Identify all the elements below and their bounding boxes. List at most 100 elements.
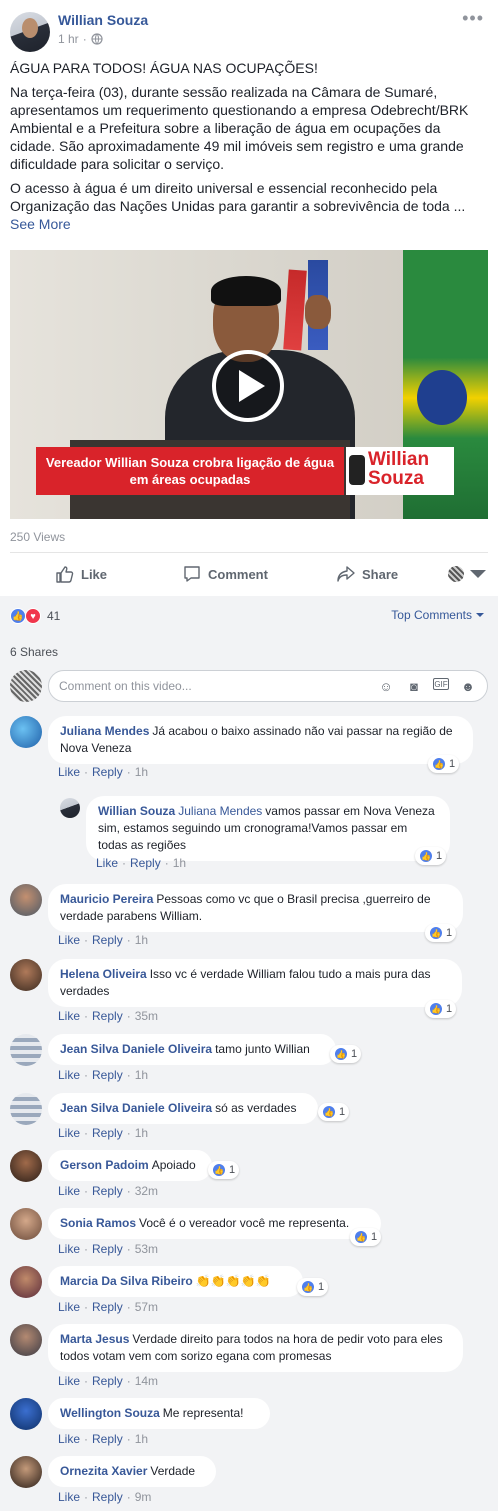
comment-meta: Like · Reply · 57m bbox=[58, 1300, 159, 1314]
comment-bubble: Ornezita Xavier Verdade bbox=[48, 1456, 216, 1487]
post-headline: ÁGUA PARA TODOS! ÁGUA NAS OCUPAÇÕES! bbox=[10, 60, 318, 76]
comment-avatar[interactable] bbox=[10, 1034, 42, 1066]
comment-meta: Like · Reply · 1h bbox=[58, 1068, 149, 1082]
comment-like-badge[interactable]: 👍 1 bbox=[350, 1228, 382, 1246]
reaction-count: 41 bbox=[47, 609, 61, 623]
comment-like-badge[interactable]: 👍 1 bbox=[415, 847, 447, 865]
comment-like-badge[interactable]: 👍 1 bbox=[297, 1278, 329, 1296]
comment-like-badge[interactable]: 👍 1 bbox=[318, 1103, 350, 1121]
comment-like-link[interactable]: Like bbox=[96, 856, 118, 870]
love-reaction-icon: ♥ bbox=[25, 608, 41, 624]
comment-input-placeholder: Comment on this video... bbox=[59, 679, 192, 693]
sticker-icon[interactable]: ☻ bbox=[459, 678, 477, 694]
comment-like-link[interactable]: Like bbox=[58, 1009, 80, 1023]
post-meta: 1 hr · bbox=[58, 32, 103, 46]
post-card: Willian Souza 1 hr · ••• ÁGUA PARA TODOS… bbox=[0, 0, 498, 596]
comment-like-badge[interactable]: 👍 1 bbox=[208, 1161, 240, 1179]
comment-like-badge[interactable]: 👍 1 bbox=[425, 1000, 457, 1018]
comment-bubble: Marcia Da Silva Ribeiro 👏👏👏👏👏 bbox=[48, 1266, 303, 1297]
like-button[interactable]: Like bbox=[55, 564, 107, 584]
comment-reply-link[interactable]: Reply bbox=[92, 1374, 123, 1388]
comment-like-link[interactable]: Like bbox=[58, 1068, 80, 1082]
comment-reply-link[interactable]: Reply bbox=[92, 765, 123, 779]
comment-meta: Like · Reply · 35m bbox=[58, 1009, 159, 1023]
comment-avatar[interactable] bbox=[10, 1324, 42, 1356]
comment-bubble: Gerson Padoim Apoiado bbox=[48, 1150, 212, 1181]
comment-bubble: Sonia Ramos Você é o vereador você me rep… bbox=[48, 1208, 381, 1239]
comment-like-link[interactable]: Like bbox=[58, 1374, 80, 1388]
comment-avatar[interactable] bbox=[10, 1093, 42, 1125]
post-as-selector[interactable] bbox=[448, 564, 488, 584]
comment-meta: Like · Reply · 9m bbox=[58, 1490, 152, 1504]
comment-icon bbox=[184, 566, 200, 582]
gif-icon[interactable]: GIF bbox=[433, 678, 449, 690]
comment-reply-link[interactable]: Reply bbox=[92, 1432, 123, 1446]
comment-bubble: Juliana Mendes Já acabou o baixo assinado… bbox=[48, 716, 473, 764]
page-avatar bbox=[448, 566, 464, 582]
post-actions: Like Comment Share bbox=[10, 556, 488, 592]
comment-bubble: Jean Silva Daniele Oliveira tamo junto Wi… bbox=[48, 1034, 336, 1065]
share-count[interactable]: 6 Shares bbox=[10, 645, 58, 659]
comment-like-link[interactable]: Like bbox=[58, 1242, 80, 1256]
chevron-down-icon bbox=[470, 570, 486, 578]
emoji-icon[interactable]: ☺ bbox=[377, 678, 395, 694]
post-body: Na terça-feira (03), durante sessão real… bbox=[10, 83, 488, 233]
comment-input[interactable]: Comment on this video... ☺ ◙ GIF ☻ bbox=[48, 670, 488, 702]
comment-like-badge[interactable]: 👍 1 bbox=[428, 755, 460, 773]
comment-reply-link[interactable]: Reply bbox=[92, 1068, 123, 1082]
author-name[interactable]: Willian Souza bbox=[58, 12, 148, 28]
see-more-link[interactable]: See More bbox=[10, 215, 488, 233]
comment-meta: Like · Reply · 1h bbox=[58, 765, 149, 779]
comment-reply-link[interactable]: Reply bbox=[92, 1242, 123, 1256]
comment-avatar[interactable] bbox=[10, 1456, 42, 1488]
more-options-icon[interactable]: ••• bbox=[462, 8, 484, 29]
comment-like-badge[interactable]: 👍 1 bbox=[425, 924, 457, 942]
comment-reply-link[interactable]: Reply bbox=[92, 1009, 123, 1023]
share-button[interactable]: Share bbox=[336, 564, 398, 584]
post-time[interactable]: 1 hr bbox=[58, 32, 79, 46]
comment-avatar[interactable] bbox=[10, 716, 42, 748]
reactions-summary[interactable]: 👍 ♥ 41 bbox=[10, 608, 60, 624]
comment-like-link[interactable]: Like bbox=[58, 1432, 80, 1446]
comment-avatar[interactable] bbox=[10, 1150, 42, 1182]
comment-bubble: Jean Silva Daniele Oliveira só as verdade… bbox=[48, 1093, 318, 1124]
comment-button[interactable]: Comment bbox=[182, 564, 268, 584]
comment-avatar[interactable] bbox=[10, 1208, 42, 1240]
thumbs-up-icon bbox=[56, 566, 74, 583]
comment-avatar[interactable] bbox=[10, 959, 42, 991]
view-count: 250 Views bbox=[10, 530, 66, 544]
author-avatar[interactable] bbox=[10, 12, 50, 52]
video-player[interactable]: Vereador Willian Souza crobra ligação de… bbox=[10, 250, 488, 519]
comment-meta: Like · Reply · 1h bbox=[58, 933, 149, 947]
play-icon bbox=[238, 370, 265, 402]
comment-like-link[interactable]: Like bbox=[58, 1300, 80, 1314]
commenter-avatar bbox=[10, 670, 42, 702]
comment-like-link[interactable]: Like bbox=[58, 1490, 80, 1504]
comment-meta: Like · Reply · 1h bbox=[58, 1126, 149, 1140]
comment-like-link[interactable]: Like bbox=[58, 1126, 80, 1140]
comment-avatar[interactable] bbox=[60, 798, 80, 818]
comment-meta: Like · Reply · 14m bbox=[58, 1374, 159, 1388]
comment-avatar[interactable] bbox=[10, 1398, 42, 1430]
comment-avatar[interactable] bbox=[10, 884, 42, 916]
comment-reply-link[interactable]: Reply bbox=[92, 933, 123, 947]
comment-reply-link[interactable]: Reply bbox=[92, 1184, 123, 1198]
comment-reply-link[interactable]: Reply bbox=[92, 1300, 123, 1314]
comment-bubble: Helena Oliveira Isso vc é verdade William… bbox=[48, 959, 462, 1007]
play-button[interactable] bbox=[212, 350, 284, 422]
comment-like-link[interactable]: Like bbox=[58, 765, 80, 779]
comment-sort-dropdown[interactable]: Top Comments bbox=[391, 608, 484, 622]
post-paragraph-2: O acesso à água é um direito universal e… bbox=[10, 180, 466, 214]
comment-reply-link[interactable]: Reply bbox=[92, 1490, 123, 1504]
comment-avatar[interactable] bbox=[10, 1266, 42, 1298]
camera-icon[interactable]: ◙ bbox=[405, 678, 423, 694]
comment-reply-link[interactable]: Reply bbox=[92, 1126, 123, 1140]
comment-like-link[interactable]: Like bbox=[58, 933, 80, 947]
comment-like-link[interactable]: Like bbox=[58, 1184, 80, 1198]
globe-icon bbox=[91, 33, 103, 45]
comment-reply-link[interactable]: Reply bbox=[130, 856, 161, 870]
comment-bubble: Mauricio Pereira Pessoas como vc que o Br… bbox=[48, 884, 463, 932]
divider bbox=[10, 552, 488, 553]
like-reaction-icon: 👍 bbox=[10, 608, 26, 624]
comment-like-badge[interactable]: 👍 1 bbox=[330, 1045, 362, 1063]
